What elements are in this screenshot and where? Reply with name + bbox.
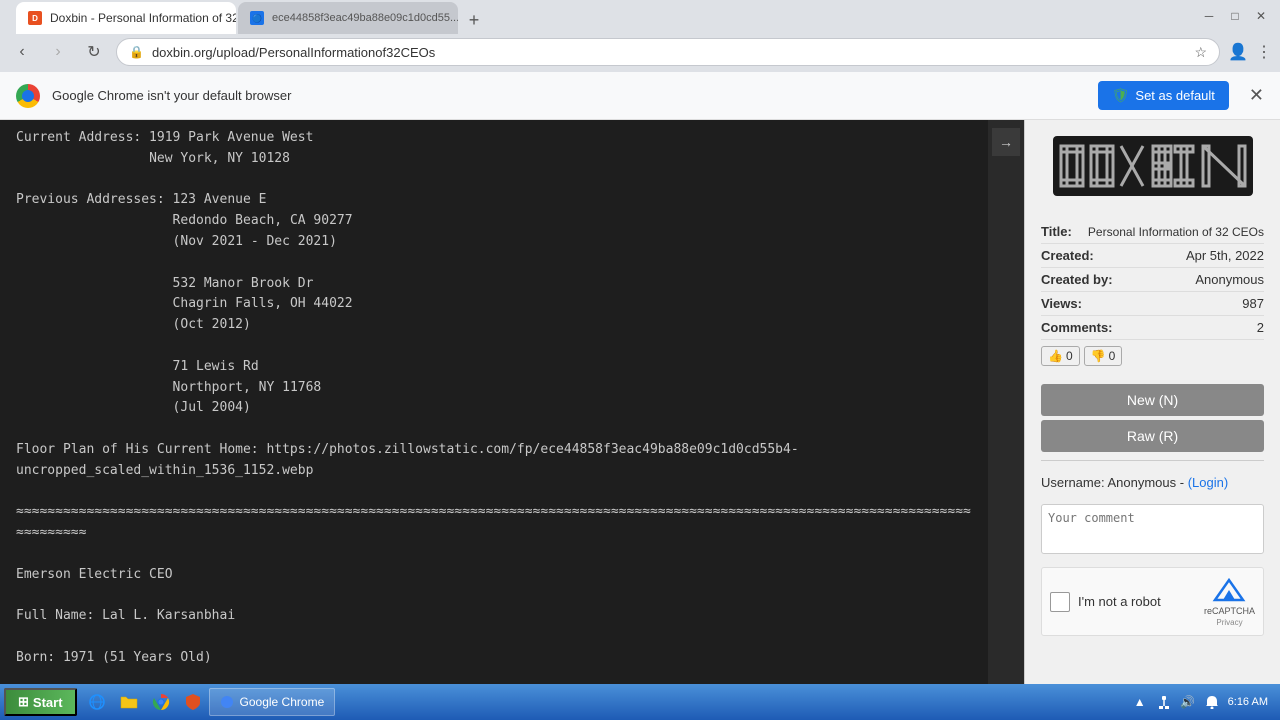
captcha-logo-svg: [1211, 576, 1247, 604]
raw-button[interactable]: Raw (R): [1041, 420, 1264, 452]
url-display: doxbin.org/upload/PersonalInformationof3…: [152, 45, 1187, 60]
upvote-button[interactable]: 👍 0: [1041, 346, 1080, 366]
close-button[interactable]: ✕: [1250, 5, 1272, 27]
title-value: Personal Information of 32 CEOs: [1088, 225, 1264, 239]
forward-button[interactable]: ›: [44, 38, 72, 66]
views-label: Views:: [1041, 296, 1082, 311]
set-default-button[interactable]: 🛡 Set as default: [1098, 81, 1229, 110]
sidebar-divider: [1041, 460, 1264, 461]
doxbin-logo-svg: [1053, 136, 1253, 196]
meta-created-by-row: Created by: Anonymous: [1041, 268, 1264, 292]
captcha-brand-label: reCAPTCHA: [1204, 606, 1255, 616]
maximize-button[interactable]: □: [1224, 5, 1246, 27]
doxbin-logo: [1025, 120, 1280, 212]
sidebar-toggle-button[interactable]: →: [992, 128, 1020, 156]
tab-inactive[interactable]: 🔵 ece44858f3eac49ba88e09c1d0cd55... ✕: [238, 2, 458, 34]
taskbar-quick-launch: [83, 688, 207, 716]
start-button[interactable]: ⊞ Start: [4, 688, 77, 716]
meta-created-row: Created: Apr 5th, 2022: [1041, 244, 1264, 268]
taskbar-security-icon[interactable]: [179, 688, 207, 716]
created-by-label: Created by:: [1041, 272, 1113, 287]
start-label: Start: [33, 695, 63, 710]
created-by-value: Anonymous: [1195, 272, 1264, 287]
taskbar-app-chrome-icon: [220, 695, 234, 709]
tab-active[interactable]: D Doxbin - Personal Information of 32 ..…: [16, 2, 236, 34]
taskbar-folder-icon[interactable]: [115, 688, 143, 716]
created-label: Created:: [1041, 248, 1094, 263]
window-controls: ─ □ ✕: [1198, 5, 1272, 27]
set-default-label: Set as default: [1135, 88, 1215, 103]
login-link[interactable]: (Login): [1188, 475, 1228, 490]
address-bar-row: ‹ › ↻ 🔒 doxbin.org/upload/PersonalInform…: [0, 32, 1280, 72]
taskbar-tray: ▲ 🔊 6:16 AM: [1122, 692, 1276, 712]
taskbar-app-chrome[interactable]: Google Chrome: [209, 688, 336, 716]
meta-views-row: Views: 987: [1041, 292, 1264, 316]
address-bar[interactable]: 🔒 doxbin.org/upload/PersonalInformationo…: [116, 38, 1220, 66]
tray-up-arrow-icon[interactable]: ▲: [1130, 692, 1150, 712]
lock-icon: 🔒: [129, 45, 144, 59]
tray-network-icon[interactable]: [1154, 692, 1174, 712]
meta-title-row: Title: Personal Information of 32 CEOs: [1041, 220, 1264, 244]
views-value: 987: [1242, 296, 1264, 311]
comment-textarea[interactable]: [1041, 504, 1264, 554]
sidebar-toggle-area: →: [988, 120, 1024, 684]
thumbs-down-icon: 👎: [1091, 349, 1106, 363]
comment-box: [1041, 504, 1264, 559]
comments-value: 2: [1257, 320, 1264, 335]
tab-bar: D Doxbin - Personal Information of 32 ..…: [8, 0, 496, 34]
title-bar: D Doxbin - Personal Information of 32 ..…: [0, 0, 1280, 32]
taskbar-app-label: Google Chrome: [240, 695, 325, 709]
taskbar: ⊞ Start Google Chrome: [0, 684, 1280, 720]
taskbar-ie-icon[interactable]: [83, 688, 111, 716]
new-tab-button[interactable]: +: [460, 6, 488, 34]
tray-speaker-icon[interactable]: 🔊: [1178, 692, 1198, 712]
tray-time: 6:16 AM: [1228, 696, 1268, 708]
new-button[interactable]: New (N): [1041, 384, 1264, 416]
menu-icon[interactable]: ⋮: [1256, 42, 1272, 62]
captcha-area: I'm not a robot reCAPTCHA Privacy: [1041, 567, 1264, 636]
meta-comments-row: Comments: 2: [1041, 316, 1264, 340]
created-value: Apr 5th, 2022: [1186, 248, 1264, 263]
main-content: Current Address: 1919 Park Avenue West N…: [0, 120, 1280, 684]
captcha-label: I'm not a robot: [1078, 594, 1196, 609]
bookmark-icon[interactable]: ☆: [1195, 44, 1208, 61]
notification-close-button[interactable]: ✕: [1249, 85, 1264, 106]
tab-favicon-doxbin: D: [28, 11, 42, 25]
thumbs-up-icon: 👍: [1048, 349, 1063, 363]
captcha-checkbox[interactable]: [1050, 592, 1070, 612]
username-prefix: Username: Anonymous -: [1041, 475, 1188, 490]
downvote-count: 0: [1109, 349, 1116, 363]
chrome-logo-icon: [16, 84, 40, 108]
comments-label: Comments:: [1041, 320, 1113, 335]
back-button[interactable]: ‹: [8, 38, 36, 66]
minimize-button[interactable]: ─: [1198, 5, 1220, 27]
notification-bar: Google Chrome isn't your default browser…: [0, 72, 1280, 120]
taskbar-chrome-icon[interactable]: [147, 688, 175, 716]
captcha-logo: reCAPTCHA Privacy: [1204, 576, 1255, 627]
tab-favicon-chrome: 🔵: [250, 11, 264, 25]
shield-icon: 🛡: [1112, 87, 1130, 104]
tray-icons-group: ▲ 🔊: [1130, 692, 1222, 712]
vote-row: 👍 0 👎 0: [1041, 340, 1264, 372]
refresh-button[interactable]: ↻: [80, 38, 108, 66]
time-display: 6:16 AM: [1228, 696, 1268, 708]
upvote-count: 0: [1066, 349, 1073, 363]
document-text: Current Address: 1919 Park Avenue West N…: [16, 128, 972, 684]
start-icon: ⊞: [18, 694, 29, 710]
tab-title-inactive: ece44858f3eac49ba88e09c1d0cd55...: [272, 12, 458, 24]
tab-title-active: Doxbin - Personal Information of 32 ...: [50, 11, 236, 25]
document-content[interactable]: Current Address: 1919 Park Avenue West N…: [0, 120, 988, 684]
title-label: Title:: [1041, 224, 1072, 239]
downvote-button[interactable]: 👎 0: [1084, 346, 1123, 366]
username-row: Username: Anonymous - (Login): [1025, 469, 1280, 496]
tray-notification-icon[interactable]: [1202, 692, 1222, 712]
profile-icon[interactable]: 👤: [1228, 42, 1248, 62]
captcha-privacy-label: Privacy: [1216, 618, 1242, 627]
sidebar-meta: Title: Personal Information of 32 CEOs C…: [1025, 212, 1280, 380]
right-sidebar: Title: Personal Information of 32 CEOs C…: [1024, 120, 1280, 684]
notification-text: Google Chrome isn't your default browser: [52, 88, 1086, 103]
